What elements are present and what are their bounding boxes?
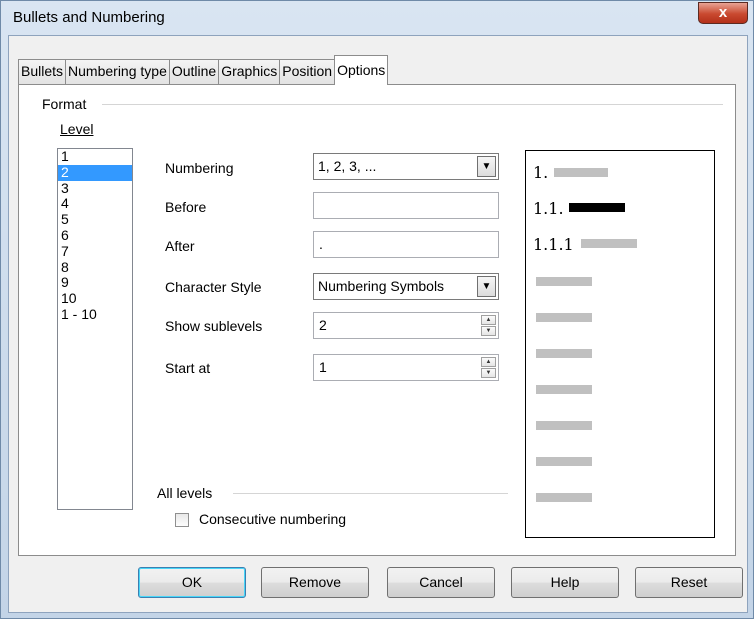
start-at-spinner[interactable]: 1 ▲ ▼: [313, 354, 499, 381]
format-group-label: Format: [42, 96, 91, 112]
level-item-8[interactable]: 8: [58, 259, 132, 276]
after-input[interactable]: .: [313, 231, 499, 258]
start-at-label: Start at: [165, 360, 211, 376]
show-sublevels-label: Show sublevels: [165, 318, 263, 334]
start-at-value: 1: [319, 359, 327, 375]
tab-numbering-type[interactable]: Numbering type: [65, 59, 170, 85]
remove-button[interactable]: Remove: [261, 567, 369, 598]
level-label-text: Level: [60, 121, 94, 137]
consecutive-numbering-label[interactable]: Consecutive numbering: [199, 511, 346, 527]
format-group-divider: [102, 104, 723, 105]
show-sublevels-value: 2: [319, 317, 327, 333]
level-list[interactable]: 1 2 3 4 5 6 7 8 9 10 1 - 10: [57, 148, 133, 510]
level-item-3[interactable]: 3: [58, 180, 132, 197]
after-label: After: [165, 238, 195, 254]
spin-up-icon[interactable]: ▲: [481, 315, 496, 325]
numbering-preview: 1. 1.1. 1.1.1: [525, 150, 715, 538]
preview-text-bar: [536, 313, 592, 322]
spin-down-icon[interactable]: ▼: [481, 368, 496, 378]
preview-text-bar: [581, 239, 637, 248]
preview-text-bar: [536, 493, 592, 502]
preview-row-level-3: 1.1.1: [533, 235, 574, 254]
character-style-dropdown[interactable]: Numbering Symbols ▼: [313, 273, 499, 300]
title-bar[interactable]: Bullets and Numbering x: [1, 1, 753, 35]
before-label: Before: [165, 199, 207, 215]
ok-button[interactable]: OK: [138, 567, 246, 598]
spin-buttons: ▲ ▼: [481, 357, 496, 378]
numbering-value: 1, 2, 3, ...: [318, 158, 377, 174]
tab-outline[interactable]: Outline: [168, 59, 220, 85]
preview-text-bar: [536, 277, 592, 286]
preview-text-bar: [536, 385, 592, 394]
level-item-6[interactable]: 6: [58, 227, 132, 244]
all-levels-group-label: All levels: [157, 485, 213, 501]
level-item-5[interactable]: 5: [58, 211, 132, 228]
preview-text-bar: [536, 457, 592, 466]
spin-down-icon[interactable]: ▼: [481, 326, 496, 336]
tab-bullets[interactable]: Bullets: [18, 59, 67, 85]
help-button[interactable]: Help: [511, 567, 619, 598]
level-item-1[interactable]: 1: [58, 148, 132, 165]
spin-buttons: ▲ ▼: [481, 315, 496, 336]
level-item-2[interactable]: 2: [58, 164, 132, 181]
consecutive-numbering-checkbox[interactable]: [175, 513, 189, 527]
tab-graphics[interactable]: Graphics: [218, 59, 281, 85]
window-title: Bullets and Numbering: [13, 9, 165, 26]
chevron-down-icon[interactable]: ▼: [477, 276, 496, 297]
preview-text-bar: [536, 421, 592, 430]
level-item-all[interactable]: 1 - 10: [58, 306, 132, 323]
tab-options[interactable]: Options: [334, 55, 389, 85]
reset-button[interactable]: Reset: [635, 567, 743, 598]
character-style-label: Character Style: [165, 279, 262, 295]
preview-text-bar-highlight: [569, 203, 625, 212]
all-levels-divider: [233, 493, 508, 494]
preview-row-level-2: 1.1.: [533, 199, 564, 218]
level-item-4[interactable]: 4: [58, 196, 132, 212]
preview-row-level-1: 1.: [533, 163, 549, 182]
level-item-10[interactable]: 10: [58, 290, 132, 307]
numbering-label: Numbering: [165, 160, 234, 176]
level-item-9[interactable]: 9: [58, 275, 132, 291]
numbering-dropdown[interactable]: 1, 2, 3, ... ▼: [313, 153, 499, 180]
close-button[interactable]: x: [698, 2, 748, 24]
preview-text-bar: [536, 349, 592, 358]
character-style-value: Numbering Symbols: [318, 278, 445, 294]
preview-text-bar: [554, 168, 608, 177]
show-sublevels-spinner[interactable]: 2 ▲ ▼: [313, 312, 499, 339]
tab-bar: Bullets Numbering type Outline Graphics …: [18, 55, 389, 85]
cancel-button[interactable]: Cancel: [387, 567, 495, 598]
tab-position[interactable]: Position: [279, 59, 336, 85]
level-item-7[interactable]: 7: [58, 243, 132, 260]
chevron-down-icon[interactable]: ▼: [477, 156, 496, 177]
spin-up-icon[interactable]: ▲: [481, 357, 496, 367]
level-label: Level: [60, 121, 93, 137]
before-input[interactable]: [313, 192, 499, 219]
